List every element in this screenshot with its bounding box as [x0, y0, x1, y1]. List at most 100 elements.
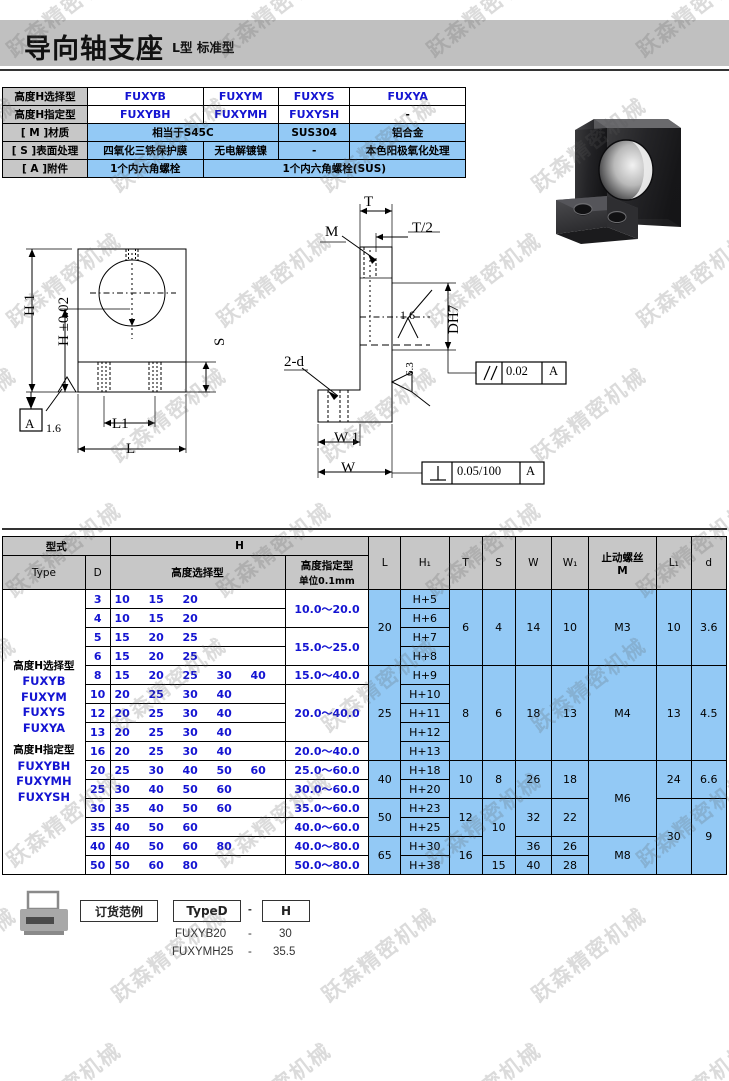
cell-h1: H+38: [399, 855, 450, 875]
type-assign-code-2: FUXYSH: [17, 789, 71, 804]
table-row: 8 15 20 25 30 40 15.0～40.0 25 H+9 8 6 18 13 M4 13 4.5: [3, 665, 727, 761]
cell-w: 26: [514, 760, 553, 799]
label-roughness-63: 6.3: [404, 362, 416, 376]
page-title: 导向轴支座: [24, 34, 164, 65]
cell-l1: 24: [656, 760, 692, 799]
header-s: S: [481, 536, 516, 590]
cell-l1: 30: [656, 798, 692, 875]
cell-h1: H+13: [399, 741, 450, 761]
h-value-list: 15 20 25 30 40: [111, 669, 285, 682]
h-value: 20: [148, 649, 164, 663]
cell-h-select: 20 25 30 40: [109, 722, 286, 742]
header-l1: L₁: [656, 536, 692, 590]
h-value: 40: [148, 801, 164, 815]
h-value: 20: [148, 630, 164, 644]
h-value: 30: [182, 744, 198, 758]
cell-h-range: 15.0～25.0: [284, 627, 370, 666]
type-assign-title: 高度H指定型: [13, 744, 75, 757]
spec-cell: -: [277, 141, 351, 160]
cell-h-select: 20 25 30 40: [109, 684, 286, 704]
type-select-code-0: FUXYB: [22, 674, 66, 689]
specification-table-body: 高度H选择型 FUXYB FUXYM FUXYS FUXYA 高度H指定型 FUXYBH FU…: [2, 87, 467, 178]
h-value: 25: [182, 649, 198, 663]
cell-h-range: 10.0～20.0: [284, 589, 370, 628]
cell-h1: H+7: [399, 627, 450, 647]
cell-t: 8: [448, 665, 483, 761]
h-value-list: 40 50 60 80: [111, 840, 285, 853]
cell-d: 40: [84, 836, 111, 856]
spec-cell: 铝合金: [349, 123, 466, 142]
header-h-select: 高度选择型: [109, 555, 286, 590]
h-value: 30: [182, 706, 198, 720]
h-value: 25: [148, 687, 164, 701]
h-value: 60: [216, 801, 232, 815]
h-value-list: 40 50 60: [111, 821, 285, 834]
h-value: 25: [148, 744, 164, 758]
h-value: 30: [216, 668, 232, 682]
cell-d: 20: [84, 760, 111, 780]
spec-row-label: [ A ]附件: [2, 159, 88, 178]
spec-cell: FUXYS: [277, 87, 351, 106]
order-field-h: H: [262, 900, 310, 922]
cell-w: 18: [514, 665, 553, 761]
h-value: 15: [114, 668, 130, 682]
h-value: 40: [216, 725, 232, 739]
cell-h1: H+11: [399, 703, 450, 723]
cell-h-select: 30 40 50 60: [109, 779, 286, 799]
watermark-text: 跃森精密机械: [420, 1035, 547, 1081]
header-h-assign-line1: 高度指定型: [300, 560, 354, 572]
cell-l: 25: [368, 665, 401, 761]
cell-d: 5: [84, 627, 111, 647]
spec-cell: SUS304: [277, 123, 351, 142]
cell-d-dia: 6.6: [690, 760, 727, 799]
cell-h-range: 50.0～80.0: [284, 855, 370, 875]
watermark-text: 跃森精密机械: [0, 1035, 127, 1081]
h-value: 40: [216, 687, 232, 701]
cell-h1: H+10: [399, 684, 450, 704]
h-value: 15: [148, 592, 164, 606]
h-value: 40: [216, 706, 232, 720]
watermark-text: 跃森精密机械: [630, 1035, 729, 1081]
h-value: 25: [148, 706, 164, 720]
cell-m: M4: [587, 665, 658, 761]
h-value-list: 15 20 25: [111, 650, 285, 663]
cell-l1: 13: [656, 665, 692, 761]
h-value: 30: [148, 763, 164, 777]
cell-d: 12: [84, 703, 111, 723]
cell-w1: 22: [551, 798, 589, 837]
cell-d: 3: [84, 589, 111, 609]
type-list-gap: [7, 736, 81, 743]
h-value-list: 10 15 20: [111, 593, 285, 606]
h-value: 40: [114, 839, 130, 853]
cell-h1: H+5: [399, 589, 450, 609]
cell-s: 4: [481, 589, 516, 666]
cell-d: 6: [84, 646, 111, 666]
h-value-list: 25 30 40 50 60: [111, 764, 285, 777]
title-divider: [0, 69, 729, 71]
cell-h-select: 15 20 25 30 40: [109, 665, 286, 685]
header-d: D: [84, 555, 111, 590]
label-d-h7: DH7: [446, 304, 462, 334]
cell-h1: H+20: [399, 779, 450, 799]
h-value-list: 20 25 30 40: [111, 707, 285, 720]
order-field-type: TypeD: [173, 900, 241, 922]
h-value: 30: [182, 725, 198, 739]
header-m-line2: M: [617, 564, 628, 577]
header-h-assign-line2: 单位0.1mm: [299, 576, 355, 587]
cell-d: 4: [84, 608, 111, 628]
cell-w1: 28: [551, 855, 589, 875]
h-value: 50: [182, 801, 198, 815]
technical-drawings: H 1 H ±0.02 1.6 A L1 L S T T/2 M DH7 1.6…: [0, 186, 729, 516]
label-roughness-front: 1.6: [46, 421, 61, 435]
cell-l: 20: [368, 589, 401, 666]
order-example-section: 订货范例 TypeD - H FUXYB20 - 30 FUXYMH25 - 3…: [0, 884, 420, 974]
cell-s: 10: [481, 798, 516, 856]
cell-h1: H+23: [399, 798, 450, 818]
spec-cell: FUXYB: [87, 87, 204, 106]
label-2-d: 2-d: [284, 354, 304, 370]
h-value-list: 20 25 30 40: [111, 688, 285, 701]
spec-row-label: 高度H选择型: [2, 87, 88, 106]
h-value: 30: [182, 687, 198, 701]
h-value: 10: [114, 592, 130, 606]
type-label-cell: 高度H选择型 FUXYB FUXYM FUXYS FUXYA 高度H指定型 FUXYBH FU…: [2, 589, 86, 875]
